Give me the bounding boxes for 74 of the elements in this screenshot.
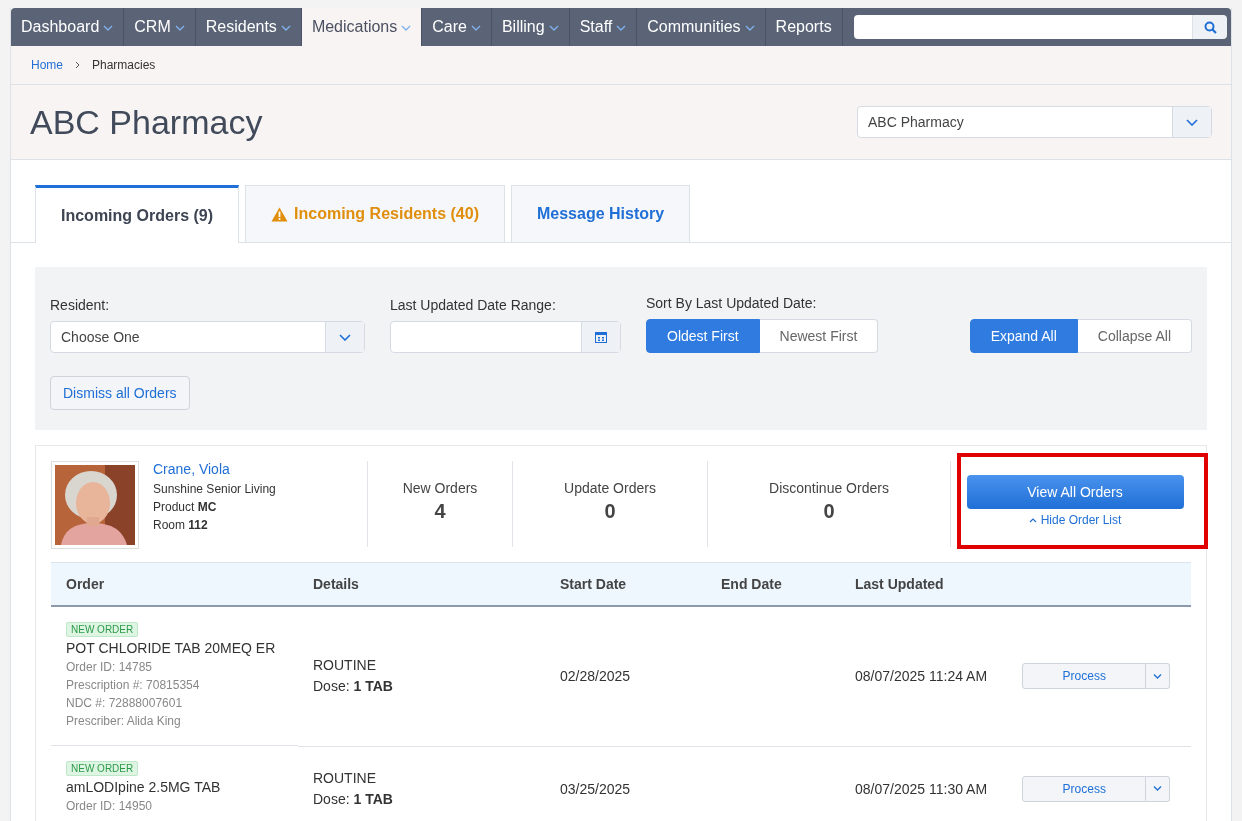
table-cell: 08/07/2025 11:24 AM [855,668,988,685]
table-cell: 03/25/2025 [560,780,631,797]
drug-name: amLODIpine 2.5MG TAB [66,779,221,795]
chevron-right-icon [75,61,80,69]
order-detail-text: NDC #: 72888007601 [66,695,183,712]
caret-icon [1153,673,1163,679]
sort-option-button[interactable]: Newest First [759,319,879,353]
breadcrumb-current: Pharmacies [92,58,156,72]
process-button[interactable]: Process [1022,775,1147,802]
search-icon [1203,20,1217,34]
chevron-down-icon [174,25,185,31]
column-header: Order [51,562,298,606]
status-badge: NEW ORDER [66,622,139,637]
count-value: 4 [434,499,446,523]
room-text: Room 112 [153,517,209,534]
process-button[interactable]: Process [1022,663,1147,690]
priority-text: ROUTINE [313,768,377,788]
resident-select[interactable]: Choose One [50,321,365,353]
field-label: Sort By Last Updated Date: [646,295,818,311]
column-header: Details [298,562,545,606]
warning-icon [271,206,289,222]
tab[interactable]: Incoming Orders (9) [35,185,240,243]
expand-toggle-button[interactable]: Collapse All [1077,319,1192,353]
field-label: Resident: [50,297,111,313]
community-name: Sunshine Senior Living [153,481,277,498]
resident-name-link[interactable]: Crane, Viola [153,461,367,477]
chevron-down-icon [401,25,412,31]
hide-order-list-link[interactable]: Hide Order List [1028,513,1122,527]
count-label: Discontinue Orders [769,479,889,496]
chevron-down-icon [616,25,627,31]
tab[interactable]: Message History [510,185,691,242]
order-detail-text: Order ID: 14785 [66,659,153,676]
pharmacy-select[interactable]: ABC Pharmacy [857,106,1212,138]
column-header: End Date [706,562,840,606]
product-text: Product MC [153,499,218,516]
count-value: 0 [823,499,835,523]
column-header: Last Updated [840,562,1008,606]
column-header: Start Date [545,562,706,606]
breadcrumb-link[interactable]: Home [31,58,63,72]
chevron-down-icon [744,25,755,31]
date-range-field[interactable] [390,321,621,353]
count-label: Update Orders [564,479,656,496]
search-field[interactable] [853,15,1192,39]
field-label: Last Updated Date Range: [390,297,557,313]
order-detail-text: Prescriber: Alida King [66,713,181,730]
chevron-down-icon [548,25,559,31]
dose-text: Dose: 1 TAB [313,677,394,697]
caret-icon [1186,118,1198,126]
view-all-orders-button[interactable]: View All Orders [966,475,1184,509]
calendar-icon [595,331,607,343]
page-title: ABC Pharmacy [30,102,263,142]
chevron-down-icon [103,25,114,31]
chevron-down-icon [280,25,291,31]
order-detail-text: Prescription #: 70815354 [66,677,200,694]
table-cell: 08/07/2025 11:30 AM [855,780,988,797]
order-detail-text: Order ID: 14950 [66,798,153,815]
search-button[interactable] [1192,15,1227,39]
table-cell: 02/28/2025 [560,668,631,685]
expand-toggle-button[interactable]: Expand All [969,319,1078,353]
chevron-up-icon [1028,517,1037,523]
count-label: New Orders [402,479,478,496]
dismiss-orders-button[interactable]: Dismiss all Orders [50,376,190,410]
dropdown-toggle[interactable] [1146,775,1171,802]
status-badge: NEW ORDER [66,761,139,776]
caret-icon [339,333,351,341]
dose-text: Dose: 1 TAB [313,789,394,809]
dropdown-toggle[interactable] [1146,663,1171,690]
priority-text: ROUTINE [313,656,377,676]
nav-menu-item[interactable]: Medications [301,8,423,46]
count-value: 0 [604,499,616,523]
drug-name: POT CHLORIDE TAB 20MEQ ER [66,640,276,656]
sort-option-button[interactable]: Oldest First [646,319,760,353]
chevron-down-icon [470,25,481,31]
caret-icon [1153,786,1163,791]
